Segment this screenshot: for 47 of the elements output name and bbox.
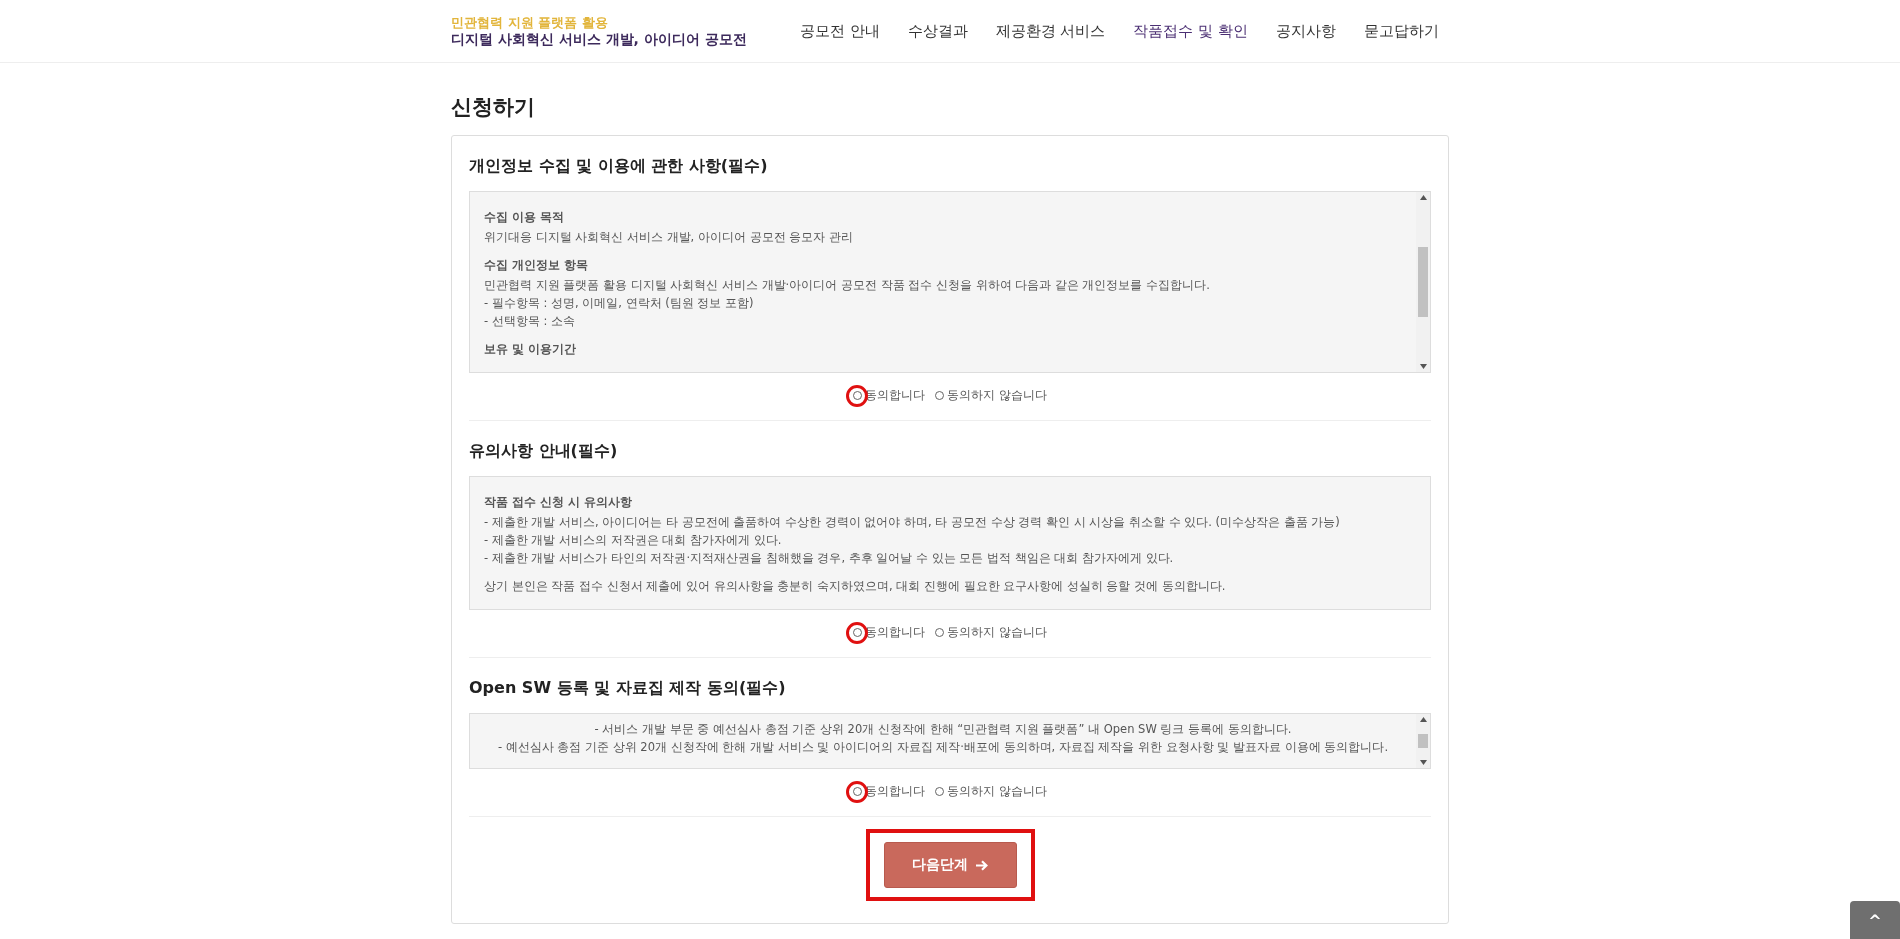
- terms-text: - 필수항목 : 성명, 이메일, 연락처 (팀원 정보 포함): [484, 295, 755, 312]
- radio-label[interactable]: 동의하지 않습니다: [947, 387, 1047, 404]
- radio-button[interactable]: [853, 391, 863, 400]
- nav-link[interactable]: 공지사항: [1276, 21, 1336, 41]
- radio-label[interactable]: 동의합니다: [865, 624, 926, 641]
- radio-label[interactable]: 동의합니다: [865, 387, 926, 404]
- radio-button[interactable]: [935, 787, 945, 796]
- terms-heading: 수집 이용 목적: [484, 209, 565, 226]
- terms-heading: 수집 개인정보 항목: [484, 257, 589, 274]
- scroll-down-icon[interactable]: [1419, 364, 1427, 369]
- next-button[interactable]: 다음단계: [883, 842, 1017, 888]
- terms-text: 민관협력 지원 플랫폼 활용 디지털 사회혁신 서비스 개발·아이디어 공모전 작품 접수 신청을 위하여 다음과 같은 개인정보를 수집합니다.: [484, 277, 1211, 294]
- radio-button[interactable]: [853, 628, 863, 637]
- terms-text: 상기 본인은 작품 접수 신청서 제출에 있어 유의사항을 충분히 숙지하였으며, 대회 진행에 필요한 요구사항에 성실히 응할 것에 동의합니다.: [484, 578, 1227, 595]
- scroll-up-icon[interactable]: [1419, 195, 1427, 200]
- section-title: 유의사항 안내(필수): [469, 440, 619, 462]
- terms-text: - 제출한 개발 서비스, 아이디어는 타 공모전에 출품하여 수상한 경력이 없어야 하며, 타 공모전 수상 경력 확인 시 시상을 취소할 수 있다. (미수상작은 출품 가능): [484, 514, 1341, 531]
- radio-label[interactable]: 동의하지 않습니다: [947, 624, 1047, 641]
- nav-link[interactable]: 작품접수 및 확인: [1133, 21, 1248, 41]
- nav-link[interactable]: 묻고답하기: [1364, 21, 1439, 41]
- scrollbar[interactable]: [1416, 714, 1430, 768]
- radio-button[interactable]: [935, 628, 945, 637]
- nav-link[interactable]: 제공환경 서비스: [995, 21, 1106, 41]
- scroll-down-icon[interactable]: [1419, 760, 1427, 765]
- radio-label[interactable]: 동의합니다: [865, 783, 926, 800]
- radio-label[interactable]: 동의하지 않습니다: [947, 783, 1047, 800]
- logo-title[interactable]: 디지털 사회혁신 서비스 개발, 아이디어 공모전: [451, 30, 747, 48]
- page-title: 신청하기: [451, 94, 536, 121]
- terms-text: - 제출한 개발 서비스가 타인의 저작권·지적재산권을 침해했을 경우, 추후 일어날 수 있는 모든 법적 책임은 대회 참가자에게 있다.: [484, 550, 1175, 567]
- terms-text: - 서비스 개발 부문 중 예선심사 총점 기준 상위 20개 신청작에 한해 “민관협력 지원 플랫폼” 내 Open SW 링크 등록에 동의합니다.: [593, 721, 1293, 738]
- terms-heading: 작품 접수 신청 시 유의사항: [484, 494, 633, 511]
- radio-button[interactable]: [935, 391, 945, 400]
- section-title: 개인정보 수집 및 이용에 관한 사항(필수): [469, 155, 769, 177]
- terms-heading: 보유 및 이용기간: [484, 341, 577, 358]
- terms-text: 위기대응 디지털 사회혁신 서비스 개발, 아이디어 공모전 응모자 관리: [484, 229, 854, 246]
- terms-text: - 선택항목 : 소속: [484, 313, 576, 330]
- nav-link[interactable]: 공모전 안내: [799, 21, 880, 41]
- arrow-right-icon: [976, 859, 988, 871]
- scroll-top-button[interactable]: ^: [1850, 901, 1900, 939]
- logo-subtitle: 민관협력 지원 플랫폼 활용: [451, 14, 609, 31]
- scrollbar[interactable]: [1416, 192, 1430, 372]
- terms-text: - 제출한 개발 서비스의 저작권은 대회 참가자에게 있다.: [484, 532, 783, 549]
- terms-text: - 예선심사 총점 기준 상위 20개 신청작에 한해 개발 서비스 및 아이디어의 자료집 제작·배포에 동의하며, 자료집 제작을 위한 요청사항 및 발표자료 이용에 동의합니다.: [496, 739, 1390, 756]
- nav-link[interactable]: 수상결과: [907, 21, 968, 41]
- scroll-up-icon[interactable]: [1419, 717, 1427, 722]
- section-title: Open SW 등록 및 자료집 제작 동의(필수): [469, 677, 787, 699]
- radio-button[interactable]: [853, 787, 863, 796]
